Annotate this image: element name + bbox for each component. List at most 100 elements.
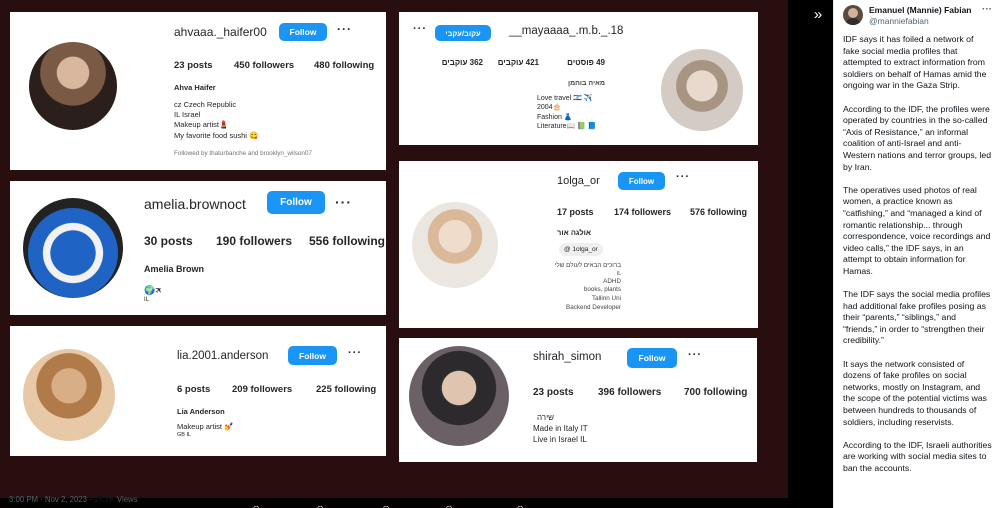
posts-count: 49 פוסטים [567,58,605,67]
username: 1olga_or [557,175,600,187]
bio-line: IL Israel [174,110,201,120]
stats: 6 posts 209 followers 225 following [177,384,376,395]
handle[interactable]: @manniefabian [869,16,929,26]
reply-icon[interactable]: ○ [252,500,260,508]
bio-line: Makeup artist 💅 [177,422,234,432]
username: lia.2001.anderson [177,350,269,362]
bio: Ahva Haifer cz Czech Republic IL Israel … [174,83,258,141]
bio: Lia Anderson Makeup artist 💅 GB IL [177,407,233,440]
following-count[interactable]: 480 following [314,60,374,71]
image-viewer: ahvaaa._haifer00 Follow ··· 23 posts 450… [0,0,805,508]
like-icon[interactable]: ○ [382,500,390,508]
views-count: 19.7K [93,495,115,504]
posts-count: 6 posts [177,384,211,395]
follow-button[interactable]: Follow [618,172,665,190]
collage-image: ahvaaa._haifer00 Follow ··· 23 posts 450… [0,0,788,498]
bio: Amelia Brown 🌍🛪 IL [144,263,204,304]
follow-button[interactable]: Follow [627,348,677,368]
threads-icon: @ [564,246,571,253]
more-options-icon[interactable]: ··· [688,349,702,361]
bio: ברוכים הבאים לעולם שלי IL ADHD books, pl… [555,262,621,312]
bio-line: IL [616,270,621,277]
following-count[interactable]: 576 following [690,207,747,217]
posts-count: 23 posts [533,387,574,398]
avatar [412,202,498,288]
bio-line: GB IL [177,432,192,439]
more-options-icon[interactable]: ··· [337,22,352,36]
bio-line: Tallinn Uni [591,294,621,302]
profile-card-shirah: shirah_simon Follow ··· 23 posts 396 fol… [399,338,757,462]
stats: 23 posts 450 followers 480 following [174,60,374,71]
username: shirah_simon [533,351,602,363]
bio-line: Live in Israel IL [533,435,587,445]
followers-count[interactable]: 450 followers [234,60,314,71]
posts-count: 23 posts [174,60,213,71]
bio-line: Makeup artist💄 [174,120,229,130]
followed-by[interactable]: Followed by thaturbanche and brooklyn_wi… [174,150,312,159]
avatar [23,349,115,441]
tweet-panel: Emanuel (Mannie) Fabian @manniefabian ··… [833,0,1000,508]
username: __mayaaaa_.m.b._.18 [509,25,624,37]
tweet-author[interactable]: Emanuel (Mannie) Fabian @manniefabian ··… [843,4,992,34]
username: ahvaaa._haifer00 [174,25,267,39]
bio-line: books, plants [583,286,621,294]
bookmark-icon[interactable]: ○ [445,500,453,508]
tweet-paragraph: IDF says it has foiled a network of fake… [843,34,987,91]
tweet-text: IDF says it has foiled a network of fake… [843,34,992,475]
avatar [409,346,509,446]
profile-name: Amelia Brown [144,264,205,274]
bio-line: Love travel 🇮🇱 ✈️ [537,95,593,102]
bio-line: Fashion 👗 [537,113,573,121]
followers-count[interactable]: 421 עוקבים [483,58,539,67]
following-count[interactable]: 556 following [309,234,385,248]
following-count[interactable]: 225 following [316,384,376,395]
followers-count[interactable]: 190 followers [216,234,309,248]
follow-button[interactable]: עקוב/עקבי [435,25,491,41]
share-icon[interactable]: ○ [516,500,524,508]
profile-card-ahvaaa: ahvaaa._haifer00 Follow ··· 23 posts 450… [10,12,386,170]
follow-button[interactable]: Follow [279,23,327,41]
tweet-paragraph: The operatives used photos of real women… [843,184,991,276]
display-name[interactable]: Emanuel (Mannie) Fabian [869,5,972,15]
bio-line: 🌍🛪 [144,285,162,296]
avatar [29,42,117,130]
threads-badge[interactable]: @ 1olga_or [559,243,603,256]
follow-button[interactable]: Follow [288,346,337,365]
more-options-icon[interactable]: ··· [413,23,427,35]
profile-card-olga: 1olga_or Follow ··· 17 posts 174 followe… [399,161,758,328]
repost-icon[interactable]: ○ [316,500,324,508]
follow-button[interactable]: Follow [267,191,325,214]
bio-line: cz Czech Republic [174,100,237,110]
bio: שירה Made in Italy IT Live in Israel IL [533,412,588,446]
followers-count[interactable]: 396 followers [598,387,684,398]
followers-count[interactable]: 209 followers [232,384,316,395]
bio-line: ADHD [603,277,621,285]
bio-line: My favorite food sushi 😋 [174,130,259,140]
avatar [661,49,743,131]
stats: 23 posts 396 followers 700 following [533,387,747,398]
bio-line: ברוכים הבאים לעולם שלי [554,262,621,269]
profile-name: מאיה בוהמן [567,80,605,87]
bio-line: Literature📖 📗 📘 [537,123,597,131]
posts-count: 30 posts [144,234,193,248]
followers-count[interactable]: 174 followers [614,207,690,217]
posts-count: 17 posts [557,207,594,217]
tweet-timestamp[interactable]: 3:00 PM · Nov 2, 2023 · [9,495,94,504]
stats: 30 posts 190 followers 556 following [144,234,385,248]
more-options-icon[interactable]: ··· [982,4,992,15]
more-options-icon[interactable]: ··· [348,347,362,359]
expand-panel-icon[interactable]: » [808,6,828,24]
tweet-paragraph: According to the IDF, the profiles were … [843,103,992,172]
profile-card-lia: lia.2001.anderson Follow ··· 6 posts 209… [10,326,386,456]
avatar [23,198,123,298]
tweet-meta: 3:00 PM · Nov 2, 2023 · 19.7K Views [9,495,138,504]
bio-line: Made in Italy IT [533,424,588,434]
profile-name: Lia Anderson [177,407,225,416]
stats: 17 posts 174 followers 576 following [557,207,747,217]
more-options-icon[interactable]: ··· [676,171,690,183]
bio-line: Backend Developer [566,303,621,311]
avatar[interactable] [843,5,863,25]
following-count[interactable]: 362 עוקבים [442,58,483,67]
more-options-icon[interactable]: ··· [335,194,352,210]
following-count[interactable]: 700 following [684,387,747,398]
